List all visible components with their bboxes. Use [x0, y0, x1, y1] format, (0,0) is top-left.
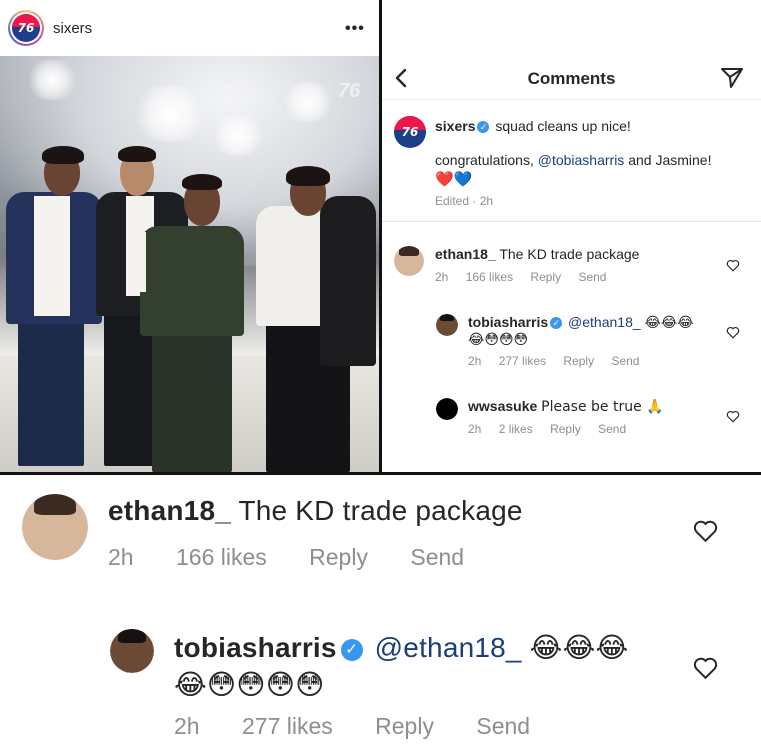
send-button[interactable]: Send	[578, 270, 606, 284]
comment-row: ethan18_ The KD trade package 2h 166 lik…	[382, 222, 761, 292]
heart-outline-icon[interactable]	[692, 519, 719, 543]
heart-outline-icon[interactable]	[726, 410, 740, 423]
comment-text: wwsasuke Please be true 🙏	[468, 398, 664, 415]
comment-time: 2h	[468, 354, 482, 368]
zoom-reply-button[interactable]: Reply	[309, 544, 368, 571]
blue-heart-emoji: 💙	[453, 171, 473, 188]
zoom-comment-likes[interactable]: 277 likes	[242, 713, 333, 740]
chandelier	[130, 86, 210, 142]
zoom-comment-body: The KD trade package	[238, 495, 523, 526]
comment-text: ethan18_ The KD trade package	[435, 246, 639, 262]
comment-emoji: 😂😂😂	[644, 315, 694, 331]
heart-outline-icon[interactable]	[726, 259, 740, 272]
zoom-comment-mention[interactable]: @ethan18_	[375, 632, 522, 663]
avatar-icon[interactable]	[110, 629, 154, 673]
comment-likes[interactable]: 166 likes	[466, 270, 513, 284]
zoom-send-button[interactable]: Send	[476, 713, 530, 740]
verified-icon: ✓	[477, 121, 490, 134]
comment-time: 2h	[435, 270, 449, 284]
caption-congrats-prefix: congratulations,	[435, 152, 538, 168]
zoom-comment-time: 2h	[174, 713, 200, 739]
zoom-comment-emoji-line: 😂😳😳😳😳	[174, 668, 325, 701]
zoom-comment-emoji: 😂😂😂	[529, 631, 629, 664]
comment-mention[interactable]: @ethan18_	[568, 314, 641, 330]
avatar-icon[interactable]	[436, 398, 458, 420]
zoom-comment-time: 2h	[108, 544, 134, 570]
zoom-send-button[interactable]: Send	[410, 544, 464, 571]
zoom-comment-likes[interactable]: 166 likes	[176, 544, 267, 571]
more-icon[interactable]: •••	[345, 20, 365, 38]
direct-send-icon[interactable]	[720, 67, 744, 89]
comment-username[interactable]: tobiasharris	[468, 314, 548, 330]
comments-title: Comments	[527, 69, 616, 88]
comment-body: The KD trade package	[499, 246, 640, 262]
verified-icon: ✓	[550, 317, 563, 330]
zoom-comment-username[interactable]: ethan18_	[108, 495, 231, 526]
send-button[interactable]: Send	[598, 422, 626, 436]
comment-emoji-line: 😂😳😳😳	[468, 332, 529, 348]
caption-hearts: ❤️💙	[435, 170, 472, 188]
post-caption: 76 sixers ✓ squad cleans up nice! congrat…	[382, 100, 761, 222]
caption-username[interactable]: sixers	[435, 118, 475, 134]
comment-username[interactable]: wwsasuke	[468, 398, 537, 414]
comments-panel: Comments 76 sixers ✓ squad cleans up nice…	[382, 0, 761, 472]
verified-icon: ✓	[340, 639, 363, 661]
avatar-icon[interactable]	[22, 494, 88, 560]
comment-username[interactable]: ethan18_	[435, 246, 496, 262]
red-heart-emoji: ❤️	[435, 171, 454, 188]
zoom-reply-button[interactable]: Reply	[375, 713, 434, 740]
zoomed-comments: ethan18_ The KD trade package 2h 166 lik…	[0, 475, 761, 750]
sixers-logo-icon[interactable]: 76	[8, 10, 44, 46]
comment-meta: 2h 2 likes Reply Send	[468, 422, 640, 436]
heart-outline-icon[interactable]	[726, 326, 740, 339]
comment-time: 2h	[468, 422, 482, 436]
caption-meta: Edited · 2h	[435, 194, 494, 208]
reply-button[interactable]: Reply	[563, 354, 594, 368]
comment-meta: 2h 277 likes Reply Send	[468, 354, 653, 368]
comment-row: tobiasharris ✓ @ethan18_ 😂😂😂 😂😳😳😳 2h 277 …	[382, 300, 761, 384]
instagram-post: 76 sixers ••• 76	[0, 0, 379, 472]
comment-row: wwsasuke Please be true 🙏 2h 2 likes Rep…	[382, 384, 761, 454]
chandelier	[280, 82, 336, 122]
chandelier	[24, 60, 80, 100]
caption-line: sixers ✓ squad cleans up nice!	[435, 118, 631, 134]
reply-button[interactable]: Reply	[550, 422, 581, 436]
zoom-comment-text: ethan18_ The KD trade package	[108, 495, 523, 527]
caption-congrats-suffix: and Jasmine!	[624, 152, 712, 168]
comment-body: Please be true 🙏	[541, 399, 664, 415]
zoom-comment-text: tobiasharris ✓ @ethan18_ 😂😂😂	[174, 631, 628, 664]
comment-meta: 2h 166 likes Reply Send	[435, 270, 620, 284]
comments-header: Comments	[382, 56, 761, 100]
post-username[interactable]: sixers	[53, 20, 92, 37]
comment-text: tobiasharris ✓ @ethan18_ 😂😂😂	[468, 314, 694, 331]
post-photo[interactable]: 76	[0, 56, 379, 472]
send-button[interactable]: Send	[611, 354, 639, 368]
heart-outline-icon[interactable]	[692, 656, 719, 680]
post-header: 76 sixers •••	[0, 0, 379, 56]
photo-watermark: 76	[338, 80, 361, 102]
avatar-icon[interactable]	[394, 246, 424, 276]
chandelier	[210, 116, 266, 156]
zoom-comment-username[interactable]: tobiasharris	[174, 632, 337, 663]
caption-congrats: congratulations, @tobiasharris and Jasmi…	[435, 152, 711, 168]
reply-button[interactable]: Reply	[530, 270, 561, 284]
caption-mention[interactable]: @tobiasharris	[538, 152, 625, 168]
caption-text: squad cleans up nice!	[495, 118, 631, 134]
zoom-comment-meta: 2h 277 likes Reply Send	[174, 713, 566, 740]
comment-likes[interactable]: 277 likes	[499, 354, 546, 368]
sixers-logo-icon[interactable]: 76	[394, 116, 426, 148]
avatar-icon[interactable]	[436, 314, 458, 336]
zoom-comment-meta: 2h 166 likes Reply Send	[108, 544, 500, 571]
comment-likes[interactable]: 2 likes	[499, 422, 533, 436]
